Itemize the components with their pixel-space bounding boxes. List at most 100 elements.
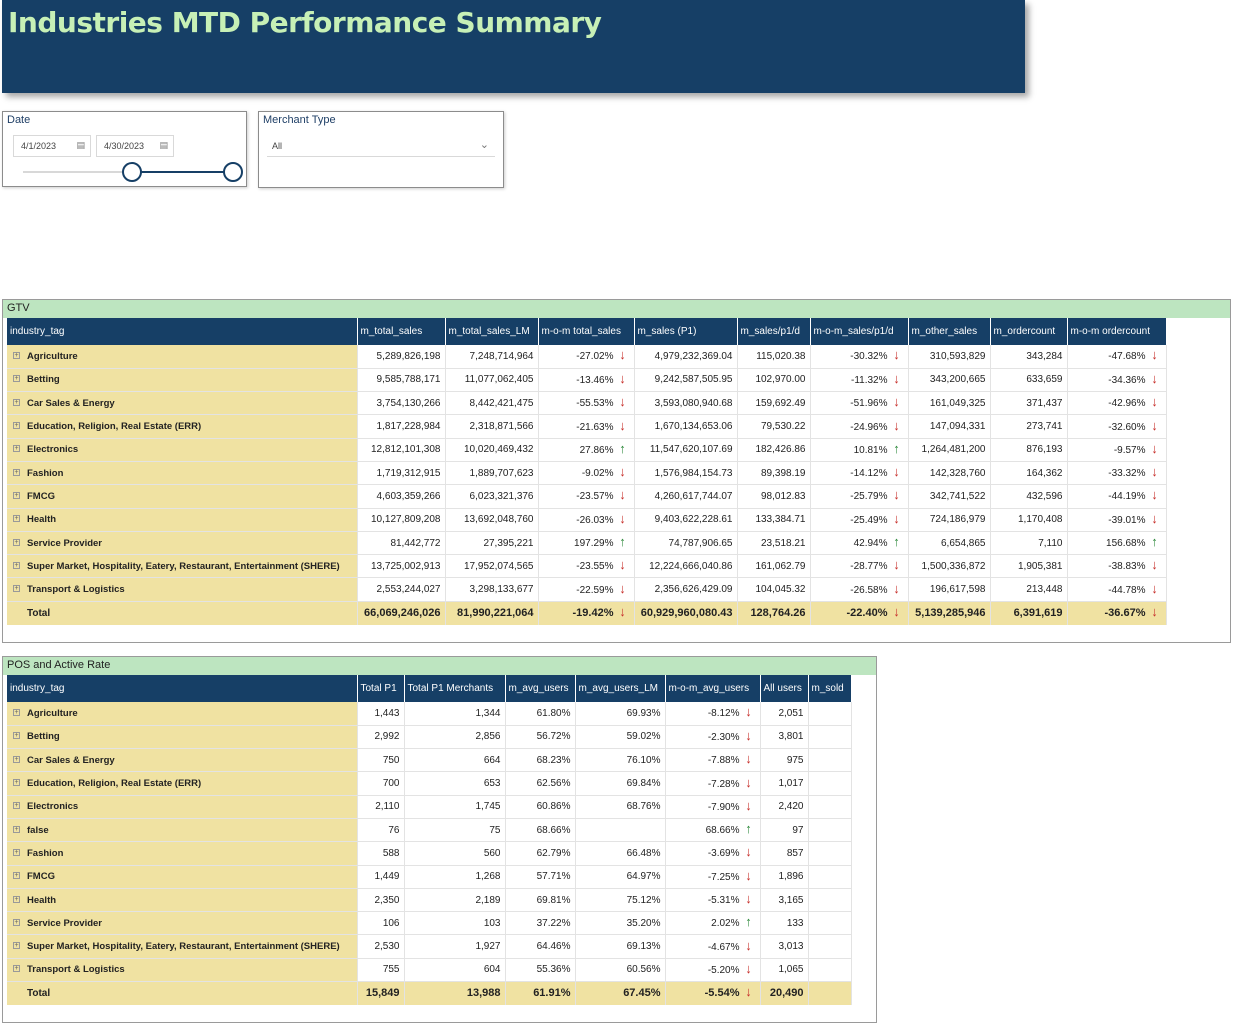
gtv-column-header[interactable]: m-o-m total_sales bbox=[538, 318, 635, 345]
table-row[interactable]: + Betting 9,585,788,171 11,077,062,405 -13.4… bbox=[7, 368, 1167, 393]
industry-tag-cell[interactable]: + Car Sales & Energy bbox=[7, 748, 358, 773]
table-row[interactable]: + Agriculture 1,443 1,344 61.80% 69.93% -8.12%… bbox=[7, 702, 852, 726]
expand-icon[interactable]: + bbox=[13, 561, 20, 569]
industry-tag-cell[interactable]: + Health bbox=[7, 888, 358, 913]
gtv-column-header[interactable]: m-o-m ordercount bbox=[1067, 318, 1167, 345]
industry-tag-cell[interactable]: + Education, Religion, Real Estate (ERR) bbox=[7, 771, 358, 796]
table-cell: 55.36% bbox=[505, 958, 576, 983]
industry-tag-cell[interactable]: + Agriculture bbox=[7, 702, 358, 726]
table-row[interactable]: + Super Market, Hospitality, Eatery, Rest… bbox=[7, 554, 1167, 579]
industry-tag-cell[interactable]: + Transport & Logistics bbox=[7, 577, 358, 602]
expand-icon[interactable]: + bbox=[13, 398, 20, 406]
pos-column-header[interactable]: m-o-m_avg_users bbox=[665, 675, 761, 702]
gtv-column-header[interactable]: m_total_sales bbox=[357, 318, 446, 345]
table-row[interactable]: + Service Provider 81,442,772 27,395,221 197… bbox=[7, 531, 1167, 556]
total-row[interactable]: Total 66,069,246,026 81,990,221,064 -19.42%… bbox=[7, 601, 1167, 625]
industry-tag-cell[interactable]: + Car Sales & Energy bbox=[7, 391, 358, 416]
table-row[interactable]: + Electronics 2,110 1,745 60.86% 68.76% -7.90%… bbox=[7, 795, 852, 819]
gtv-column-header[interactable]: industry_tag bbox=[7, 318, 358, 345]
expand-icon[interactable]: + bbox=[13, 779, 20, 787]
industry-tag-cell[interactable]: + Super Market, Hospitality, Eatery, Rest… bbox=[7, 934, 358, 959]
total-row[interactable]: Total 15,849 13,988 61.91% 67.45% -5.54% ↓ 20,4… bbox=[7, 981, 852, 1005]
table-row[interactable]: + Car Sales & Energy 3,754,130,266 8,442,42… bbox=[7, 391, 1167, 416]
industry-tag-cell[interactable]: + Education, Religion, Real Estate (ERR) bbox=[7, 414, 358, 439]
table-row[interactable]: + FMCG 4,603,359,266 6,023,321,376 -23.57% ↓ 4… bbox=[7, 484, 1167, 509]
expand-icon[interactable]: + bbox=[13, 755, 20, 763]
industry-tag-cell[interactable]: + Fashion bbox=[7, 461, 358, 486]
industry-tag-cell[interactable]: + Electronics bbox=[7, 795, 358, 819]
expand-icon[interactable]: + bbox=[13, 872, 20, 880]
industry-tag-cell[interactable]: + FMCG bbox=[7, 484, 358, 509]
table-row[interactable]: + Transport & Logistics 755 604 55.36% 60.56%… bbox=[7, 958, 852, 983]
start-date-input[interactable]: 4/1/2023 ▤ bbox=[13, 135, 91, 157]
expand-icon[interactable]: + bbox=[13, 825, 20, 833]
expand-icon[interactable]: + bbox=[13, 848, 20, 856]
industry-tag-cell[interactable]: + Transport & Logistics bbox=[7, 958, 358, 983]
industry-tag-cell[interactable]: + Electronics bbox=[7, 438, 358, 462]
gtv-column-header[interactable]: m_sales (P1) bbox=[634, 318, 738, 345]
table-row[interactable]: + FMCG 1,449 1,268 57.71% 64.97% -7.25% ↓ 1,896 bbox=[7, 865, 852, 889]
table-cell: 2,992 bbox=[357, 725, 405, 750]
industry-tag-cell[interactable]: + Service Provider bbox=[7, 531, 358, 556]
table-row[interactable]: + false 76 75 68.66% 68.66% ↑ 97 bbox=[7, 818, 852, 843]
table-row[interactable]: + Super Market, Hospitality, Eatery, Rest… bbox=[7, 934, 852, 959]
table-row[interactable]: + Fashion 1,719,312,915 1,889,707,623 -9.02%… bbox=[7, 461, 1167, 486]
expand-icon[interactable]: + bbox=[13, 708, 20, 716]
table-row[interactable]: + Health 10,127,809,208 13,692,048,760 -26.0… bbox=[7, 508, 1167, 532]
pos-column-header[interactable]: m_avg_users_LM bbox=[575, 675, 666, 702]
expand-icon[interactable]: + bbox=[13, 351, 20, 359]
table-row[interactable]: + Car Sales & Energy 750 664 68.23% 76.10% -7.… bbox=[7, 748, 852, 773]
arrow-down-icon: ↓ bbox=[745, 960, 752, 976]
industry-tag-cell[interactable]: + Service Provider bbox=[7, 911, 358, 936]
expand-icon[interactable]: + bbox=[13, 515, 20, 523]
expand-icon[interactable]: + bbox=[13, 491, 20, 499]
gtv-column-header[interactable]: m_sales/p1/d bbox=[737, 318, 811, 345]
industry-tag-cell[interactable]: + Betting bbox=[7, 725, 358, 750]
merchant-type-dropdown[interactable]: All ⌄ bbox=[267, 135, 495, 157]
table-row[interactable]: + Education, Religion, Real Estate (ERR) 1… bbox=[7, 414, 1167, 439]
cell-value: 128,764.26 bbox=[750, 607, 806, 620]
calendar-icon[interactable]: ▤ bbox=[76, 140, 85, 151]
industry-tag-cell[interactable]: + false bbox=[7, 818, 358, 843]
expand-icon[interactable]: + bbox=[13, 732, 20, 740]
table-row[interactable]: + Agriculture 5,289,826,198 7,248,714,964 -2… bbox=[7, 345, 1167, 369]
pos-column-header[interactable]: Total P1 bbox=[357, 675, 405, 702]
pos-column-header[interactable]: m_sold bbox=[808, 675, 852, 702]
expand-icon[interactable]: + bbox=[13, 468, 20, 476]
expand-icon[interactable]: + bbox=[13, 445, 20, 453]
expand-icon[interactable]: + bbox=[13, 422, 20, 430]
gtv-column-header[interactable]: m-o-m_sales/p1/d bbox=[810, 318, 909, 345]
table-row[interactable]: + Education, Religion, Real Estate (ERR) 7… bbox=[7, 771, 852, 796]
expand-icon[interactable]: + bbox=[13, 802, 20, 810]
industry-tag-cell[interactable]: + FMCG bbox=[7, 865, 358, 889]
expand-icon[interactable]: + bbox=[13, 895, 20, 903]
industry-tag-cell[interactable]: + Betting bbox=[7, 368, 358, 393]
table-row[interactable]: + Transport & Logistics 2,553,244,027 3,298… bbox=[7, 577, 1167, 602]
expand-icon[interactable]: + bbox=[13, 585, 20, 593]
industry-tag-cell[interactable]: + Health bbox=[7, 508, 358, 532]
date-slider-start-handle[interactable] bbox=[122, 162, 143, 182]
gtv-column-header[interactable]: m_total_sales_LM bbox=[445, 318, 539, 345]
industry-tag-cell[interactable]: + Super Market, Hospitality, Eatery, Rest… bbox=[7, 554, 358, 579]
expand-icon[interactable]: + bbox=[13, 965, 20, 973]
industry-tag-cell[interactable]: + Agriculture bbox=[7, 345, 358, 369]
date-slider-end-handle[interactable] bbox=[223, 162, 243, 182]
table-row[interactable]: + Fashion 588 560 62.79% 66.48% -3.69% ↓ 857 bbox=[7, 841, 852, 866]
expand-icon[interactable]: + bbox=[13, 918, 20, 926]
pos-column-header[interactable]: m_avg_users bbox=[505, 675, 576, 702]
table-row[interactable]: + Health 2,350 2,189 69.81% 75.12% -5.31% ↓ 3,16… bbox=[7, 888, 852, 913]
expand-icon[interactable]: + bbox=[13, 942, 20, 950]
industry-tag-cell[interactable]: + Fashion bbox=[7, 841, 358, 866]
table-row[interactable]: + Service Provider 106 103 37.22% 35.20% 2.02%… bbox=[7, 911, 852, 936]
pos-column-header[interactable]: All users bbox=[760, 675, 809, 702]
gtv-column-header[interactable]: m_ordercount bbox=[990, 318, 1068, 345]
end-date-input[interactable]: 4/30/2023 ▤ bbox=[96, 135, 174, 157]
expand-icon[interactable]: + bbox=[13, 375, 20, 383]
pos-column-header[interactable]: Total P1 Merchants bbox=[404, 675, 506, 702]
pos-column-header[interactable]: industry_tag bbox=[7, 675, 358, 702]
calendar-icon[interactable]: ▤ bbox=[159, 140, 168, 151]
gtv-column-header[interactable]: m_other_sales bbox=[908, 318, 991, 345]
expand-icon[interactable]: + bbox=[13, 538, 20, 546]
table-row[interactable]: + Betting 2,992 2,856 56.72% 59.02% -2.30% ↓ 3,8… bbox=[7, 725, 852, 750]
table-row[interactable]: + Electronics 12,812,101,308 10,020,469,432… bbox=[7, 438, 1167, 462]
